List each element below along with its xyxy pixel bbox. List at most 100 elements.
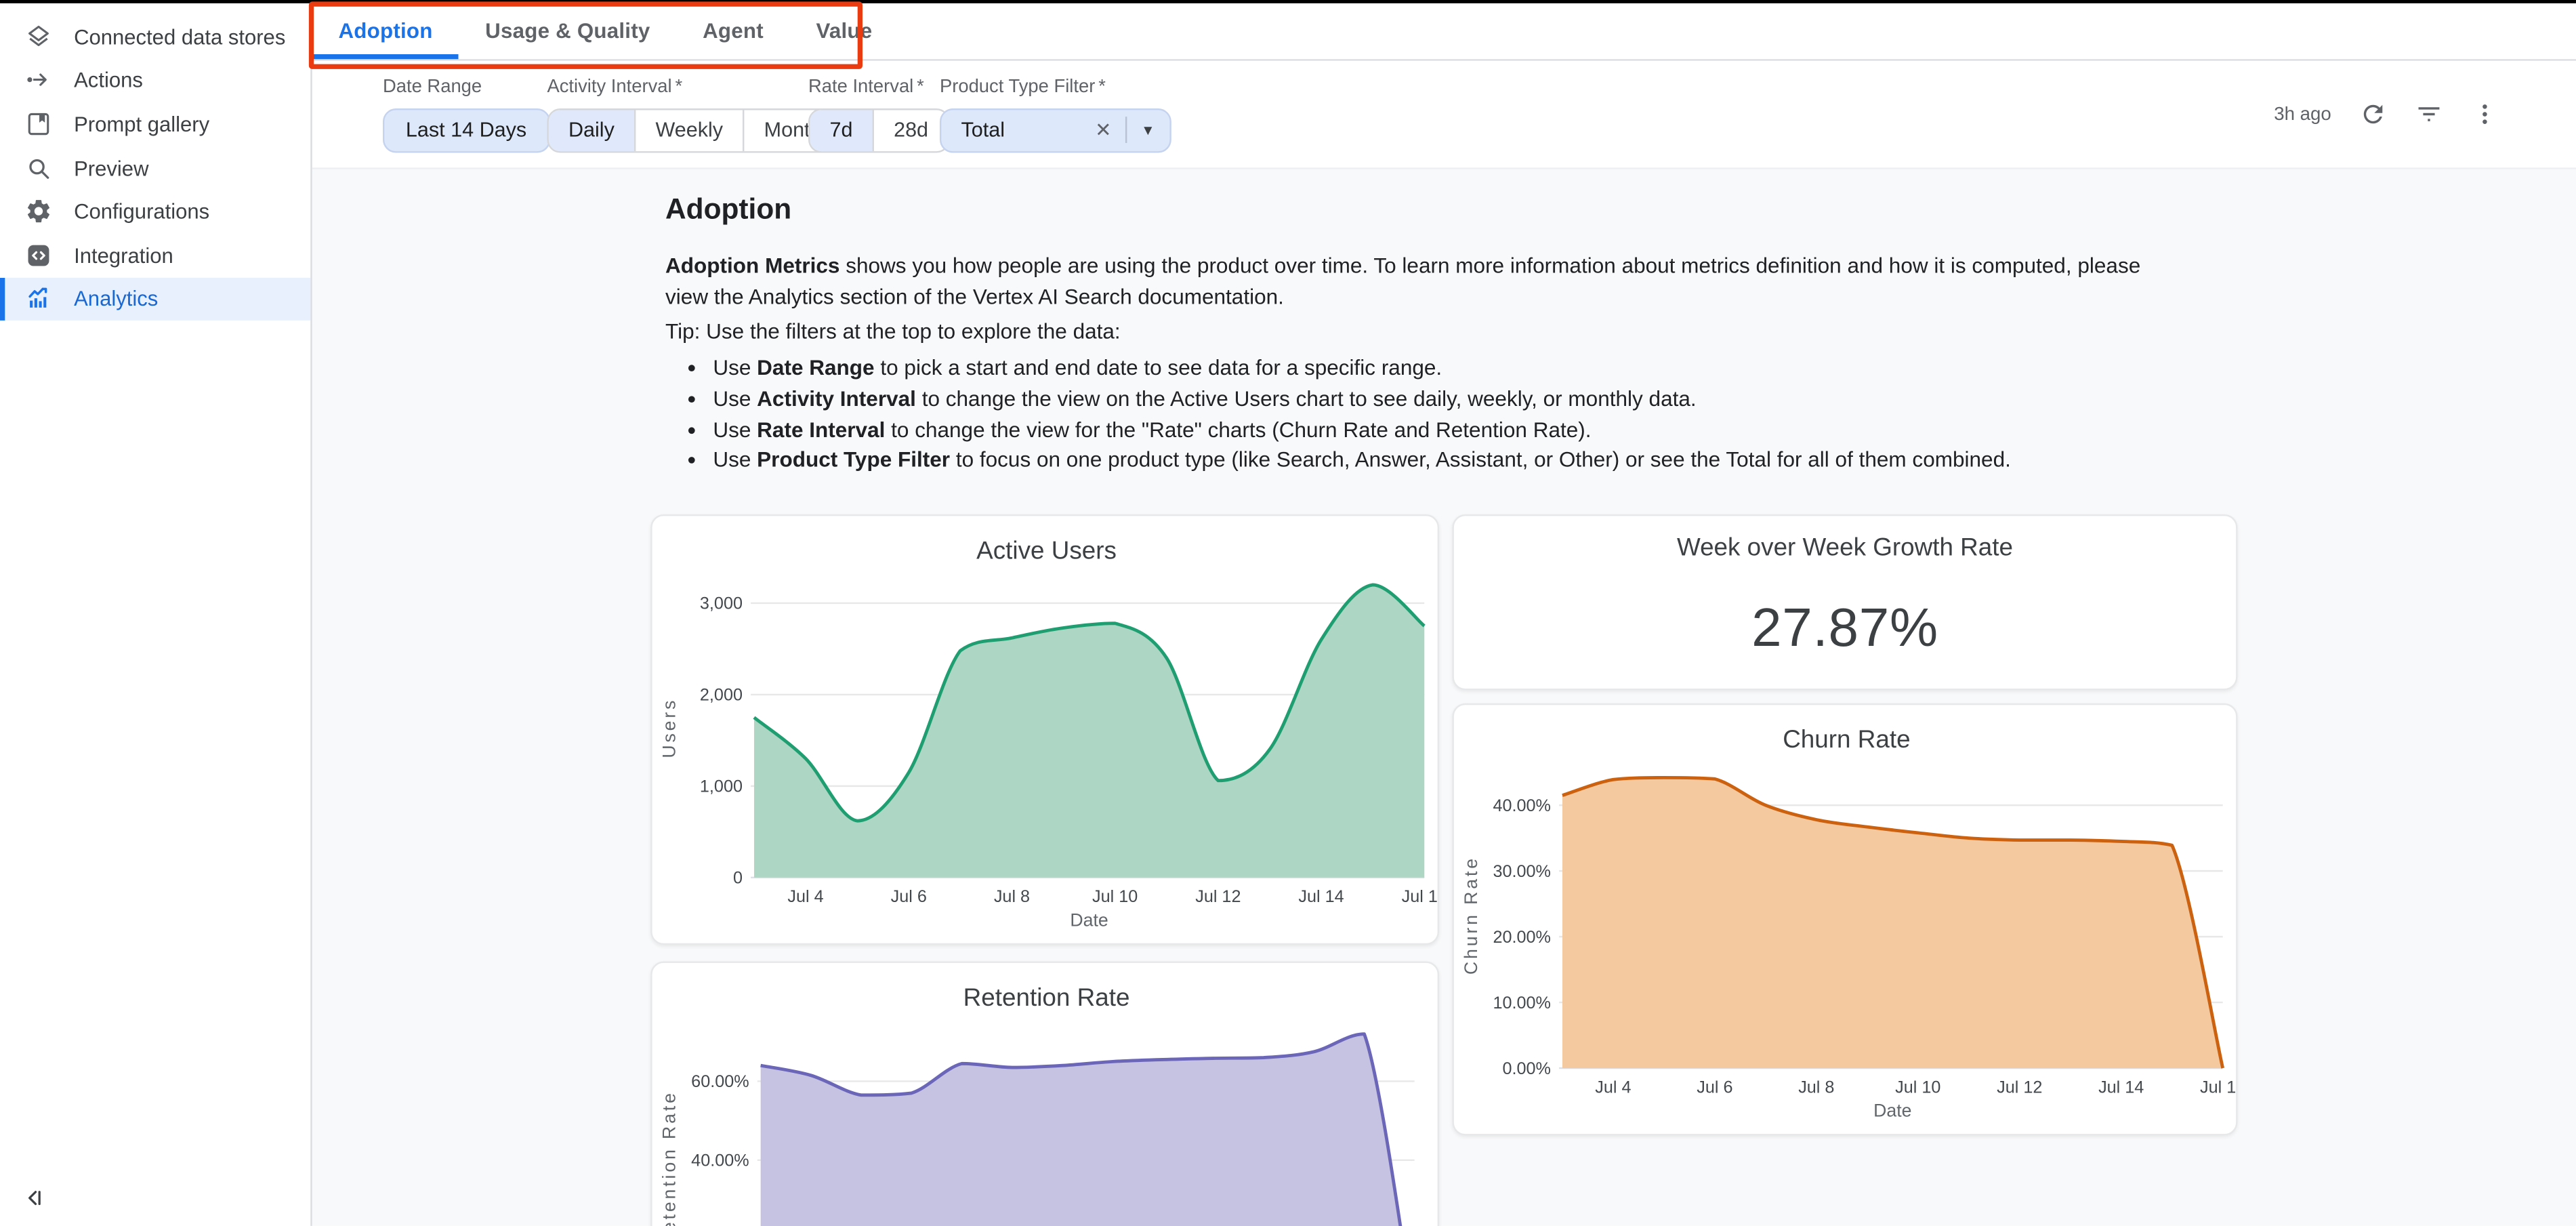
sidebar-item-label: Actions: [74, 68, 143, 92]
svg-text:30.00%: 30.00%: [1493, 862, 1550, 881]
tips-list: Use Date Range to pick a start and end d…: [670, 353, 2011, 476]
toolbar-right-cluster: 3h ago: [2274, 60, 2499, 169]
svg-text:40.00%: 40.00%: [691, 1151, 749, 1170]
svg-text:0: 0: [733, 869, 743, 888]
product-type-filter-label: Product Type Filter*: [940, 77, 1171, 96]
rate-interval-label: Rate Interval*: [808, 77, 950, 96]
sidebar-item-label: Configurations: [74, 199, 209, 224]
rate-interval-option-28d[interactable]: 28d: [873, 109, 949, 150]
svg-text:Jul 4: Jul 4: [1595, 1078, 1631, 1097]
svg-text:Jul 6: Jul 6: [891, 887, 927, 906]
tab-value[interactable]: Value: [790, 3, 898, 58]
svg-text:10.00%: 10.00%: [1493, 994, 1550, 1013]
date-range-chip[interactable]: Last 14 Days: [383, 108, 549, 152]
refresh-icon[interactable]: [2359, 101, 2387, 129]
svg-text:Jul 10: Jul 10: [1895, 1078, 1940, 1097]
filter-list-icon[interactable]: [2415, 101, 2443, 129]
screenshot-viewport: Connected data stores Actions Prompt gal…: [0, 0, 2576, 1226]
sidebar-item-label: Prompt gallery: [74, 112, 209, 136]
chevron-down-icon[interactable]: ▼: [1126, 121, 1169, 138]
svg-text:2,000: 2,000: [700, 686, 743, 705]
svg-text:Retention Rate: Retention Rate: [963, 983, 1130, 1011]
sidebar-item-prompt-gallery[interactable]: Prompt gallery: [0, 102, 310, 146]
activity-interval-option-daily[interactable]: Daily: [549, 109, 634, 150]
churn-rate-chart-card: 0.00% 10.00% 20.00% 30.00% 40.00% Jul 4 Jul 6 J…: [1452, 703, 2237, 1136]
sidebar-item-connected-data-stores[interactable]: Connected data stores: [0, 15, 310, 58]
svg-text:Active Users: Active Users: [976, 536, 1117, 564]
svg-text:Jul 12: Jul 12: [1195, 887, 1241, 906]
svg-text:60.00%: 60.00%: [691, 1072, 749, 1091]
retention-rate-chart-card: 0.00%20.00%40.00%60.00%Jul 4Jul 6Jul 8Ju…: [650, 961, 1439, 1226]
tab-adoption[interactable]: Adoption: [312, 3, 459, 58]
svg-text:Jul 14: Jul 14: [1298, 887, 1344, 906]
sidebar-item-configurations[interactable]: Configurations: [0, 190, 310, 233]
rate-interval-filter: Rate Interval* 7d 28d: [808, 77, 950, 152]
tab-agent[interactable]: Agent: [676, 3, 789, 58]
svg-text:Jul 12: Jul 12: [1997, 1078, 2042, 1097]
layers-icon: [24, 22, 52, 50]
sidebar-item-label: Analytics: [74, 287, 158, 311]
sidebar: Connected data stores Actions Prompt gal…: [0, 3, 312, 1226]
analytics-tab-bar: Adoption Usage & Quality Agent Value: [312, 3, 2576, 60]
active-users-chart-card: 01,0002,0003,000Jul 4Jul 6Jul 8Jul 10Jul…: [650, 514, 1439, 945]
last-refreshed-text: 3h ago: [2274, 105, 2331, 125]
rate-interval-option-7d[interactable]: 7d: [810, 109, 872, 150]
filter-toolbar: Date Range Last 14 Days Activity Interva…: [312, 60, 2576, 169]
more-vertical-icon[interactable]: [2471, 101, 2499, 129]
svg-text:Jul 14: Jul 14: [2098, 1078, 2144, 1097]
svg-text:Date: Date: [1070, 910, 1108, 930]
svg-text:Jul 6: Jul 6: [1697, 1078, 1732, 1097]
svg-text:Date: Date: [1873, 1101, 1911, 1121]
product-type-filter-value: Total: [941, 119, 1081, 142]
sidebar-item-preview[interactable]: Preview: [0, 146, 310, 189]
gear-icon: [24, 197, 52, 225]
active-users-plot: 01,0002,0003,000Jul 4Jul 6Jul 8Jul 10Jul…: [652, 516, 1439, 945]
sidebar-nav: Connected data stores Actions Prompt gal…: [0, 3, 310, 321]
retention-rate-plot: 0.00%20.00%40.00%60.00%Jul 4Jul 6Jul 8Ju…: [652, 963, 1439, 1226]
svg-text:Retention Rate: Retention Rate: [659, 1090, 680, 1226]
sidebar-item-actions[interactable]: Actions: [0, 58, 310, 102]
rate-interval-segmented-control: 7d 28d: [808, 108, 950, 152]
wow-growth-card: Week over Week Growth Rate 27.87%: [1452, 514, 2237, 690]
page-title: Adoption: [665, 192, 791, 227]
svg-text:Churn Rate: Churn Rate: [1783, 725, 1910, 753]
date-range-label: Date Range: [383, 77, 549, 96]
sidebar-item-label: Preview: [74, 155, 148, 180]
app-window: Connected data stores Actions Prompt gal…: [0, 0, 2576, 1226]
search-icon: [24, 154, 52, 182]
activity-interval-option-weekly[interactable]: Weekly: [634, 109, 743, 150]
svg-text:20.00%: 20.00%: [1493, 928, 1550, 947]
tip-text: Tip: Use the filters at the top to explo…: [665, 319, 1121, 343]
product-type-filter: Product Type Filter* Total ✕ ▼: [940, 77, 1171, 152]
window-top-edge: [0, 0, 2576, 4]
intro-paragraph: Adoption Metrics shows you how people ar…: [665, 251, 2185, 313]
svg-text:1,000: 1,000: [700, 777, 743, 796]
growth-rate-value: 27.87%: [1454, 596, 2236, 659]
svg-text:40.00%: 40.00%: [1493, 796, 1550, 815]
main-content: Adoption Adoption Metrics shows you how …: [312, 169, 2576, 1226]
churn-rate-plot: 0.00% 10.00% 20.00% 30.00% 40.00% Jul 4 Jul 6 J…: [1454, 705, 2238, 1135]
sidebar-item-label: Connected data stores: [74, 24, 285, 49]
svg-text:Jul 8: Jul 8: [1798, 1078, 1834, 1097]
card-title: Week over Week Growth Rate: [1454, 534, 2236, 562]
date-range-filter: Date Range Last 14 Days: [383, 77, 549, 152]
svg-text:Jul 8: Jul 8: [994, 887, 1030, 906]
list-item: Use Rate Interval to change the view for…: [713, 415, 2011, 446]
svg-text:Jul 16: Jul 16: [1402, 887, 1439, 906]
product-type-filter-select[interactable]: Total ✕ ▼: [940, 108, 1171, 152]
svg-text:0.00%: 0.00%: [1502, 1059, 1550, 1078]
list-item: Use Product Type Filter to focus on one …: [713, 446, 2011, 477]
svg-text:Jul 16: Jul 16: [2200, 1078, 2237, 1097]
code-icon: [24, 241, 52, 269]
tab-usage-quality[interactable]: Usage & Quality: [459, 3, 676, 58]
svg-text:Jul 10: Jul 10: [1092, 887, 1138, 906]
svg-text:Jul 4: Jul 4: [787, 887, 823, 906]
sidebar-item-integration[interactable]: Integration: [0, 233, 310, 277]
clear-filter-icon[interactable]: ✕: [1082, 119, 1125, 142]
svg-text:Churn Rate: Churn Rate: [1461, 856, 1481, 975]
sidebar-item-analytics[interactable]: Analytics: [0, 277, 310, 321]
analytics-icon: [24, 285, 52, 312]
sidebar-item-label: Integration: [74, 243, 173, 267]
collapse-sidebar-button[interactable]: [22, 1185, 51, 1214]
list-item: Use Date Range to pick a start and end d…: [713, 353, 2011, 384]
